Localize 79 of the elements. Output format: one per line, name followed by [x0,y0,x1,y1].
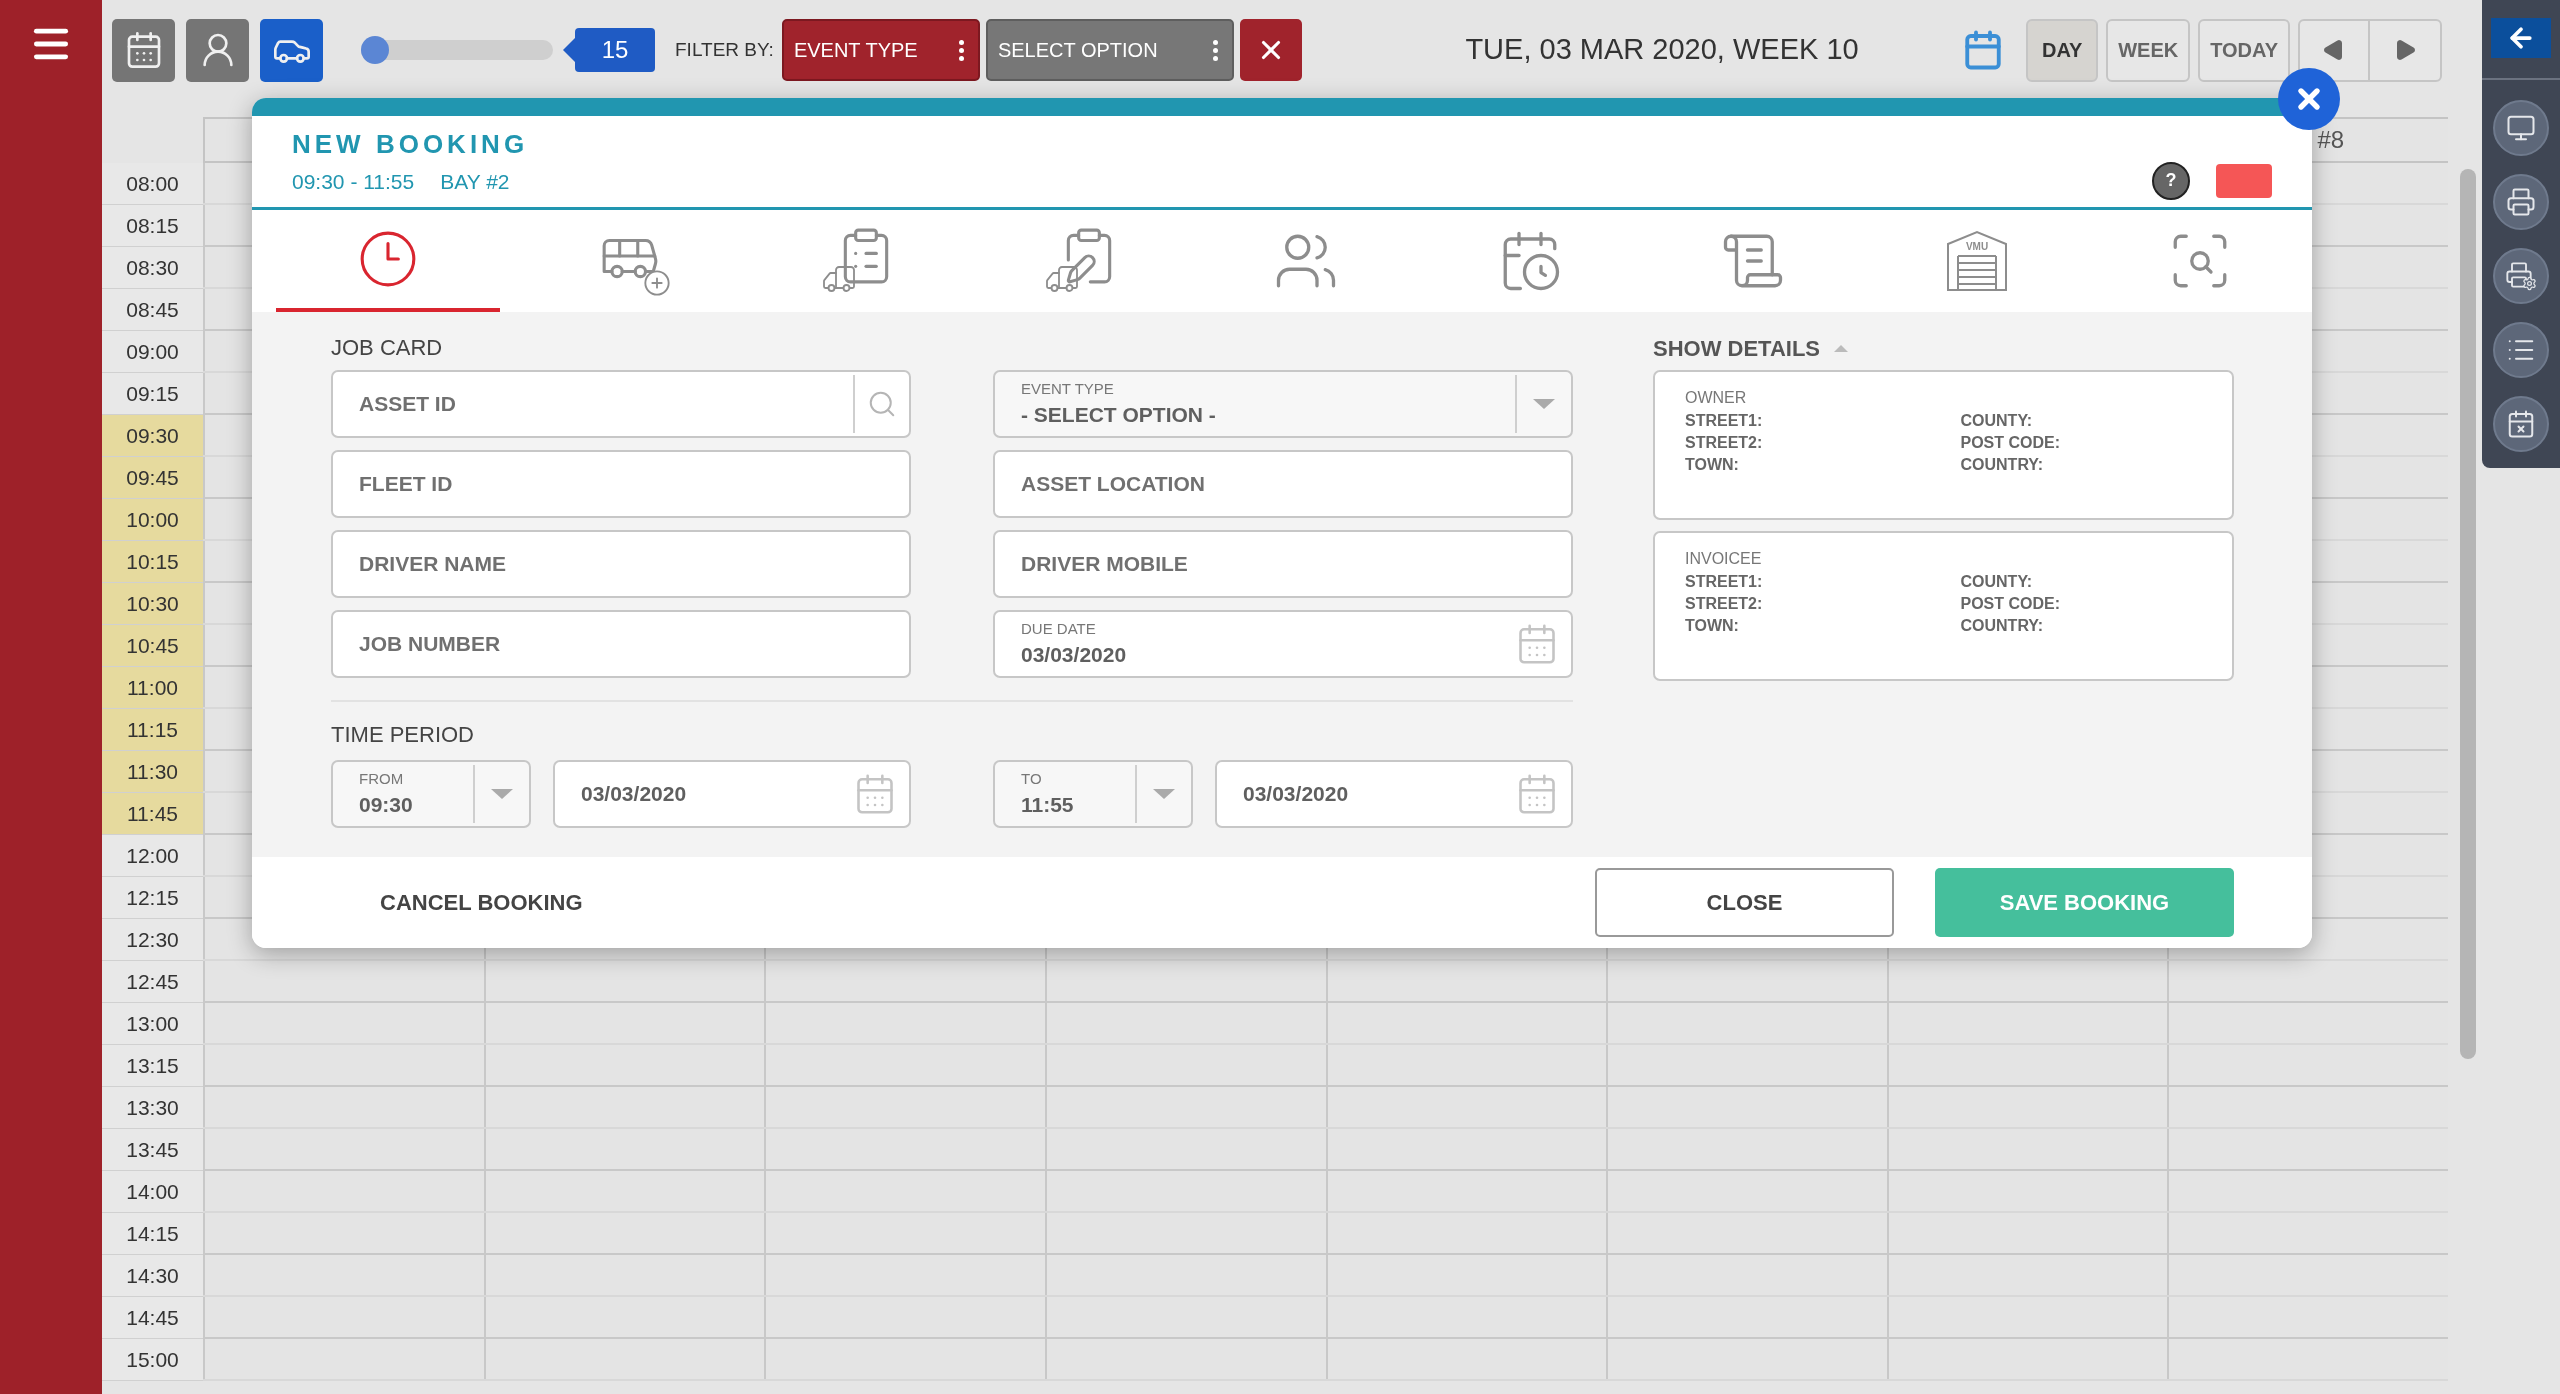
show-details-toggle[interactable]: SHOW DETAILS [1653,331,1821,365]
address-label: STREET2: [1685,433,1764,453]
address-label: STREET1: [1685,411,1764,431]
select-field[interactable]: EVENT TYPE - SELECT OPTION - [993,370,1573,438]
address-label: STREET2: [1685,594,1764,614]
address-label: COUNTY: [1960,411,2034,431]
filter-dropdown[interactable]: SELECT OPTION [985,19,1234,81]
back-button[interactable] [2491,18,2551,58]
dropdown-caret-icon [491,789,513,799]
time-slot-label: 10:15 [102,541,203,583]
date-title: TUE, 03 MAR 2020, WEEK 10 [1465,32,1859,68]
tab[interactable]: VMU [1864,210,2089,312]
time-slot-label: 10:30 [102,583,203,625]
text-field[interactable]: FLEET ID [331,450,911,518]
address-label: STREET1: [1685,572,1764,592]
date-field[interactable]: 03/03/2020 [1215,760,1573,828]
text-field[interactable]: DRIVER MOBILE [993,530,1573,598]
view-button[interactable]: WEEK [2106,18,2191,82]
address-label: POST CODE: [1960,433,2062,453]
time-select[interactable]: TO 11:55 [993,760,1193,828]
sidebar-tool-button[interactable] [2493,248,2549,304]
scrollbar[interactable] [2460,169,2476,1059]
dialog-title: NEW BOOKING [292,128,529,162]
time-slot-label: 11:30 [102,751,203,793]
section-title: TIME PERIOD [331,723,475,747]
time-slot-label: 09:30 [102,415,203,457]
dropdown-caret-icon [1533,399,1555,409]
sidebar-tool-button[interactable] [2493,396,2549,452]
monitor-icon [2506,113,2536,143]
time-slot-label: 11:00 [102,667,203,709]
bay-label: BAY #2 [440,169,510,196]
bay-header: #8 [2317,125,2345,155]
filter-dropdown[interactable]: EVENT TYPE [781,19,980,81]
date-field[interactable]: 03/03/2020 [553,760,911,828]
color-swatch[interactable] [2216,163,2272,198]
text-field[interactable]: DRIVER NAME [331,530,911,598]
address-label: COUNTRY: [1960,616,2045,636]
kebab-icon [958,39,964,61]
printer-gear-icon [2505,261,2537,291]
time-select[interactable]: FROM 09:30 [331,760,531,828]
caret-up-icon[interactable] [1834,344,1849,352]
address-label: TOWN: [1685,455,1740,475]
clear-filter-button[interactable] [1239,19,1302,81]
section-title: JOB CARD [331,336,444,360]
address-label: COUNTY: [1960,572,2034,592]
time-slot-label: 11:15 [102,709,203,751]
slider-thumb[interactable] [361,36,389,64]
filter-label: FILTER BY: [675,37,774,62]
dropdown-caret-icon [1153,789,1175,799]
address-label: COUNTRY: [1960,455,2045,475]
time-slot-label: 10:45 [102,625,203,667]
view-button[interactable]: TODAY [2198,18,2290,82]
view-mode-button[interactable] [186,18,249,82]
view-mode-button[interactable] [112,18,175,82]
sidebar-tool-button[interactable] [2493,322,2549,378]
text-field[interactable]: JOB NUMBER [331,610,911,678]
booking-time: 09:30 - 11:55 [292,169,415,196]
help-button[interactable]: ? [2152,161,2190,200]
time-slot-label: 10:00 [102,499,203,541]
calendar-x-icon [2506,409,2536,439]
sidebar-tool-button[interactable] [2493,100,2549,156]
card-title: INVOICEE [1685,549,1763,569]
cancel-booking-button[interactable]: CANCEL BOOKING [380,886,583,919]
sidebar-tool-button[interactable] [2493,174,2549,230]
time-slot-label: 09:45 [102,457,203,499]
time-slot-label: 11:45 [102,793,203,835]
address-label: TOWN: [1685,616,1740,636]
garage-label: VMU [1965,241,1988,252]
address-label: POST CODE: [1960,594,2062,614]
kebab-icon [1212,39,1218,61]
view-button[interactable]: DAY [2026,18,2099,82]
search-icon [867,389,897,419]
card-title: OWNER [1685,388,1748,408]
view-mode-button[interactable] [260,18,323,82]
search-field[interactable]: ASSET ID [331,370,911,438]
close-button[interactable]: CLOSE [1595,868,1894,937]
printer-icon [2506,187,2536,217]
date-field[interactable]: DUE DATE 03/03/2020 [993,610,1573,678]
text-field[interactable]: ASSET LOCATION [993,450,1573,518]
